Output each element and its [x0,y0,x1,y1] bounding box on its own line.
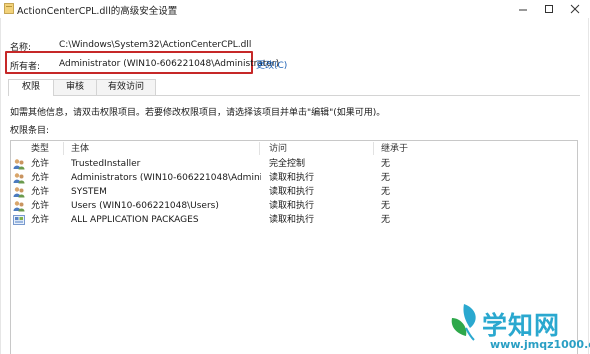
table-row[interactable]: 允许 Users (WIN10-606221048\Users) 读取和执行 无 [11,199,577,213]
users-icon [13,187,25,198]
minimize-button[interactable] [510,0,536,18]
tab-divider [8,95,580,96]
users-icon [13,173,25,184]
column-inherited-from[interactable]: 继承于 [381,142,408,156]
tab-permissions[interactable]: 权限 [8,79,54,96]
tab-effective-access[interactable]: 有效访问 [96,79,156,95]
file-icon [4,3,14,14]
entry-type: 允许 [31,215,50,225]
table-row[interactable]: 允许 TrustedInstaller 完全控制 无 [11,157,577,171]
watermark-url: www.jmqz1000.com [490,338,590,351]
entry-type: 允许 [31,173,50,183]
entry-access: 读取和执行 [269,215,315,225]
entry-access: 读取和执行 [269,201,315,211]
entry-type: 允许 [31,159,50,169]
app-packages-icon [13,215,25,225]
entry-inherited: 无 [381,215,391,225]
entry-principal: ALL APPLICATION PACKAGES [71,215,199,225]
column-separator [373,142,374,155]
entry-access: 读取和执行 [269,173,315,183]
entry-inherited: 无 [381,201,391,211]
name-value: C:\Windows\System32\ActionCenterCPL.dll [59,40,252,50]
title-bar: ActionCenterCPL.dll的高级安全设置 [0,0,590,18]
entry-inherited: 无 [381,173,391,183]
users-icon [13,159,25,170]
column-separator [259,142,260,155]
minimize-icon [519,9,527,11]
column-access[interactable]: 访问 [269,142,287,156]
entry-principal: Users (WIN10-606221048\Users) [71,201,219,211]
column-principal[interactable]: 主体 [71,142,89,156]
entry-type: 允许 [31,201,50,211]
users-icon [13,201,25,212]
window-title: ActionCenterCPL.dll的高级安全设置 [17,6,178,17]
column-type[interactable]: 类型 [31,142,49,156]
tab-label: 有效访问 [107,82,144,92]
owner-label: 所有者: [10,62,41,72]
entry-type: 允许 [31,187,50,197]
entry-inherited: 无 [381,159,391,169]
leaf-logo-icon [451,304,476,341]
owner-value: Administrator (WIN10-606221048\Administr… [59,59,280,69]
entry-access: 读取和执行 [269,187,315,197]
change-owner-link[interactable]: 更改(C) [256,58,287,71]
column-separator [63,142,64,155]
tab-label: 审核 [65,82,84,92]
permission-entries-label: 权限条目: [10,126,50,136]
close-button[interactable] [562,0,588,18]
tab-auditing[interactable]: 审核 [52,79,98,95]
table-row[interactable]: 允许 ALL APPLICATION PACKAGES 读取和执行 无 [11,213,577,227]
maximize-button[interactable] [536,0,562,18]
entry-inherited: 无 [381,187,391,197]
watermark-text: 学知网 [482,311,561,340]
entry-principal: TrustedInstaller [71,159,141,169]
entry-access: 完全控制 [269,159,306,169]
entry-principal: SYSTEM [71,187,107,197]
tab-label: 权限 [21,82,40,92]
site-watermark: 学知网 www.jmqz1000.com [444,300,590,354]
info-text: 如需其他信息，请双击权限项目。若要修改权限项目，请选择该项目并单击"编辑"(如果… [10,108,386,118]
close-icon [570,4,580,14]
maximize-icon [545,5,553,13]
table-row[interactable]: 允许 SYSTEM 读取和执行 无 [11,185,577,199]
table-row[interactable]: 允许 Administrators (WIN10-606221048\Admin… [11,171,577,185]
entry-principal: Administrators (WIN10-606221048\Administ… [71,173,261,183]
